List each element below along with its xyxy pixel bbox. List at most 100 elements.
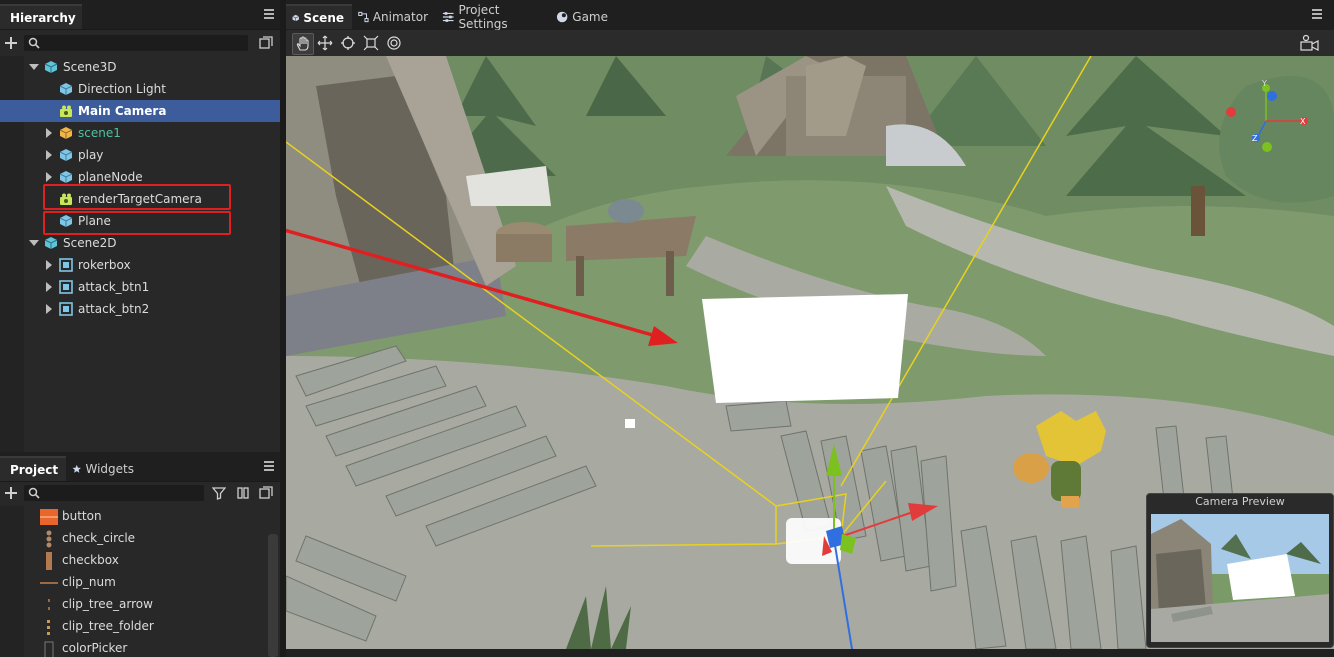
camera-preview: Camera Preview xyxy=(1146,493,1334,648)
collapse-arrow-icon[interactable] xyxy=(46,150,52,160)
collapse-arrow-icon[interactable] xyxy=(46,282,52,292)
tab-animator-label: Animator xyxy=(372,9,428,24)
hierarchy-toolbar xyxy=(0,30,280,56)
tree-item-label: Scene2D xyxy=(63,236,117,250)
cube-icon xyxy=(59,170,73,184)
editor-tabbar: Scene Animator Project Settings Game xyxy=(286,0,1334,31)
collapse-all-icon[interactable] xyxy=(259,36,273,50)
two-column-icon[interactable] xyxy=(236,486,250,500)
asset-item-button[interactable]: button xyxy=(0,506,270,528)
tree-item-rokerbox[interactable]: rokerbox xyxy=(0,254,280,276)
hierarchy-tabbar: Hierarchy xyxy=(0,0,280,30)
move-tool-button[interactable] xyxy=(315,33,335,53)
scene-toolbar xyxy=(286,30,1334,56)
editor-menu-icon[interactable] xyxy=(1312,9,1322,19)
tab-widgets-label: Widgets xyxy=(85,461,134,476)
tree-item-scene2d[interactable]: Scene2D xyxy=(0,232,280,254)
hierarchy-search-input[interactable] xyxy=(24,35,248,51)
project-menu-icon[interactable] xyxy=(264,461,274,471)
tree-item-attack-btn2[interactable]: attack_btn2 xyxy=(0,298,280,320)
tree-item-label: planeNode xyxy=(78,170,143,184)
star-icon xyxy=(72,464,81,473)
asset-item-label: colorPicker xyxy=(62,641,128,655)
rect-tool-button[interactable] xyxy=(384,33,404,53)
camera-settings-icon xyxy=(1300,34,1319,51)
scene-cube-icon xyxy=(44,236,58,250)
animator-icon xyxy=(358,11,369,22)
tab-scene[interactable]: Scene xyxy=(286,4,352,29)
game-icon xyxy=(556,11,568,22)
camera-icon xyxy=(59,104,73,118)
color-picker-thumb xyxy=(40,640,58,657)
prefab-cube-icon xyxy=(59,126,73,140)
tab-game-label: Game xyxy=(572,9,608,24)
tab-hierarchy[interactable]: Hierarchy xyxy=(0,4,82,29)
tab-game[interactable]: Game xyxy=(550,4,616,29)
asset-item-colorpicker[interactable]: colorPicker xyxy=(0,638,270,657)
add-node-icon[interactable] xyxy=(5,37,17,49)
camera-preview-image xyxy=(1151,514,1329,642)
tab-project-label: Project xyxy=(10,462,59,477)
asset-item-clip-tree-folder[interactable]: clip_tree_folder xyxy=(0,616,270,638)
hierarchy-menu-icon[interactable] xyxy=(264,9,274,19)
project-scrollbar[interactable] xyxy=(268,534,278,657)
add-asset-icon[interactable] xyxy=(5,487,17,499)
search-icon xyxy=(28,37,40,49)
checkbox-thumb xyxy=(40,552,58,570)
tree-item-main-camera[interactable]: Main Camera xyxy=(0,100,280,122)
project-tabbar: Project Widgets xyxy=(0,452,280,482)
tab-project-settings[interactable]: Project Settings xyxy=(436,3,550,31)
asset-item-checkbox[interactable]: checkbox xyxy=(0,550,270,572)
asset-item-label: clip_num xyxy=(62,575,116,589)
box2d-icon xyxy=(59,280,73,294)
hand-tool-button[interactable] xyxy=(292,33,314,55)
tree-item-direction-light[interactable]: Direction Light xyxy=(0,78,280,100)
filter-icon[interactable] xyxy=(212,486,226,500)
tab-widgets[interactable]: Widgets xyxy=(66,456,142,481)
asset-item-label: button xyxy=(62,509,102,523)
tree-item-scene1[interactable]: scene1 xyxy=(0,122,280,144)
tree-item-label: Direction Light xyxy=(78,82,166,96)
tree-item-scene3d[interactable]: Scene3D xyxy=(0,56,280,78)
small-marker xyxy=(625,419,635,428)
tab-hierarchy-label: Hierarchy xyxy=(10,10,76,25)
tab-scene-label: Scene xyxy=(303,10,344,25)
asset-item-check-circle[interactable]: check_circle xyxy=(0,528,270,550)
highlight-box-rendertargetcamera xyxy=(43,184,231,210)
rotate-tool-button[interactable] xyxy=(338,33,358,53)
tree-item-label: Main Camera xyxy=(78,104,167,118)
tree-item-label: play xyxy=(78,148,104,162)
project-search-input[interactable] xyxy=(24,485,204,501)
collapse-arrow-icon[interactable] xyxy=(46,260,52,270)
asset-item-label: clip_tree_folder xyxy=(62,619,154,633)
expand-arrow-icon[interactable] xyxy=(29,240,39,246)
cube-icon xyxy=(59,148,73,162)
clip-num-thumb xyxy=(40,574,58,592)
camera-settings-button[interactable] xyxy=(1300,33,1320,53)
collapse-arrow-icon[interactable] xyxy=(46,172,52,182)
render-target-plane xyxy=(702,294,908,403)
box2d-icon xyxy=(59,258,73,272)
tab-project[interactable]: Project xyxy=(0,456,66,481)
asset-item-clip-num[interactable]: clip_num xyxy=(0,572,270,594)
clip-tree-folder-thumb xyxy=(40,618,58,636)
project-list: button check_circle checkbox clip_num clip_t… xyxy=(0,506,280,657)
collapse-all-icon[interactable] xyxy=(259,486,273,500)
scene-icon xyxy=(292,14,300,21)
asset-item-label: checkbox xyxy=(62,553,119,567)
check-circle-thumb xyxy=(40,530,58,548)
button-thumb xyxy=(40,508,58,526)
asset-item-clip-tree-arrow[interactable]: clip_tree_arrow xyxy=(0,594,270,616)
svg-text:X: X xyxy=(1300,117,1306,126)
search-icon xyxy=(28,487,40,499)
collapse-arrow-icon[interactable] xyxy=(46,304,52,314)
tab-animator[interactable]: Animator xyxy=(352,4,436,29)
scale-tool-icon xyxy=(363,35,379,51)
hierarchy-tree: Scene3D Direction Light Main Camera scene1 p… xyxy=(0,56,280,452)
collapse-arrow-icon[interactable] xyxy=(46,128,52,138)
expand-arrow-icon[interactable] xyxy=(29,64,39,70)
editor-bottom-bar xyxy=(286,649,1334,657)
tree-item-attack-btn1[interactable]: attack_btn1 xyxy=(0,276,280,298)
tree-item-play[interactable]: play xyxy=(0,144,280,166)
scale-tool-button[interactable] xyxy=(361,33,381,53)
